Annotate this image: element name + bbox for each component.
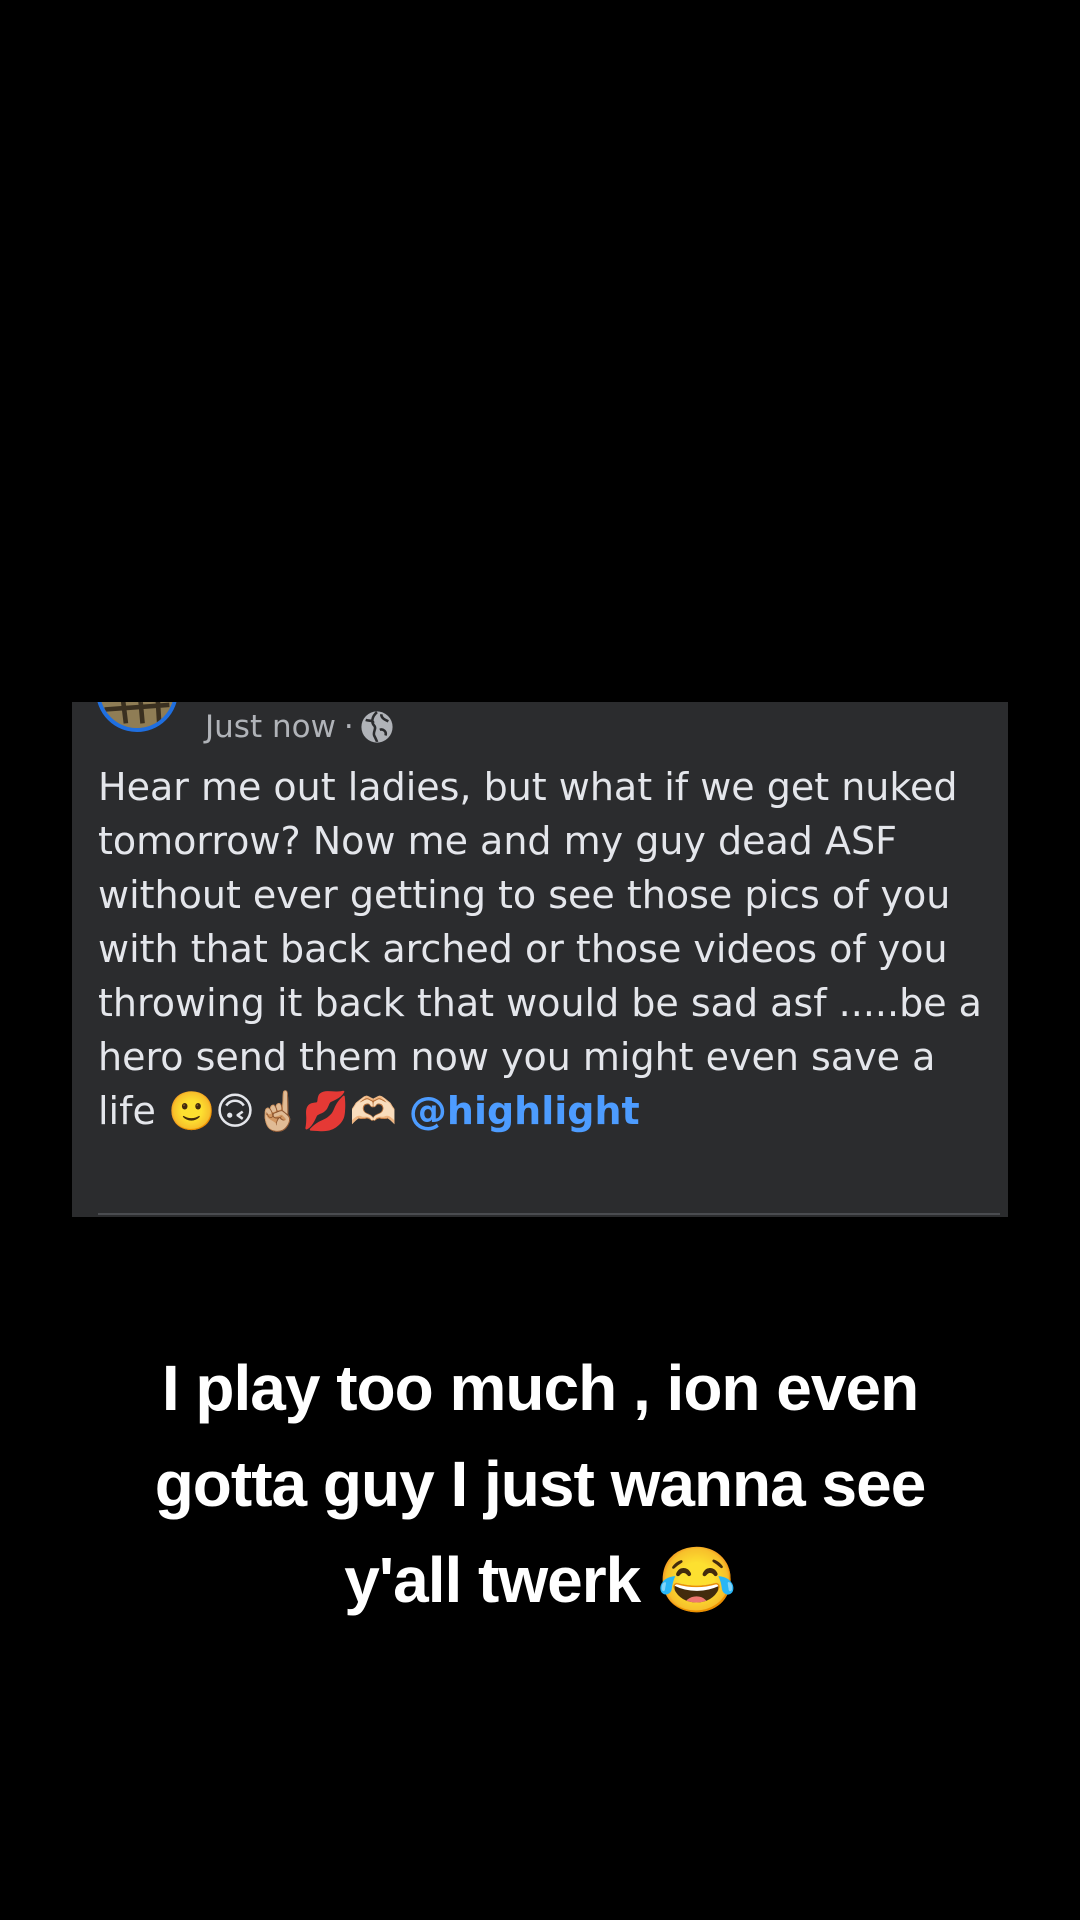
avatar[interactable]	[96, 702, 178, 732]
meta-separator: ·	[343, 709, 354, 745]
post-meta: Just now ·	[205, 706, 394, 748]
divider	[98, 1213, 1000, 1215]
post-body: Hear me out ladies, but what if we get n…	[98, 760, 998, 1138]
globe-icon[interactable]	[360, 710, 394, 744]
mention-link[interactable]: @highlight	[409, 1089, 640, 1133]
avatar-image	[100, 702, 174, 728]
post-timestamp[interactable]: Just now	[205, 709, 336, 745]
caption-overlay: I play too much , ion even gotta guy I j…	[154, 1352, 927, 1616]
post-card: Just now · Hear me out ladies, but what …	[72, 702, 1008, 1217]
post-text: Hear me out ladies, but what if we get n…	[98, 765, 995, 1133]
